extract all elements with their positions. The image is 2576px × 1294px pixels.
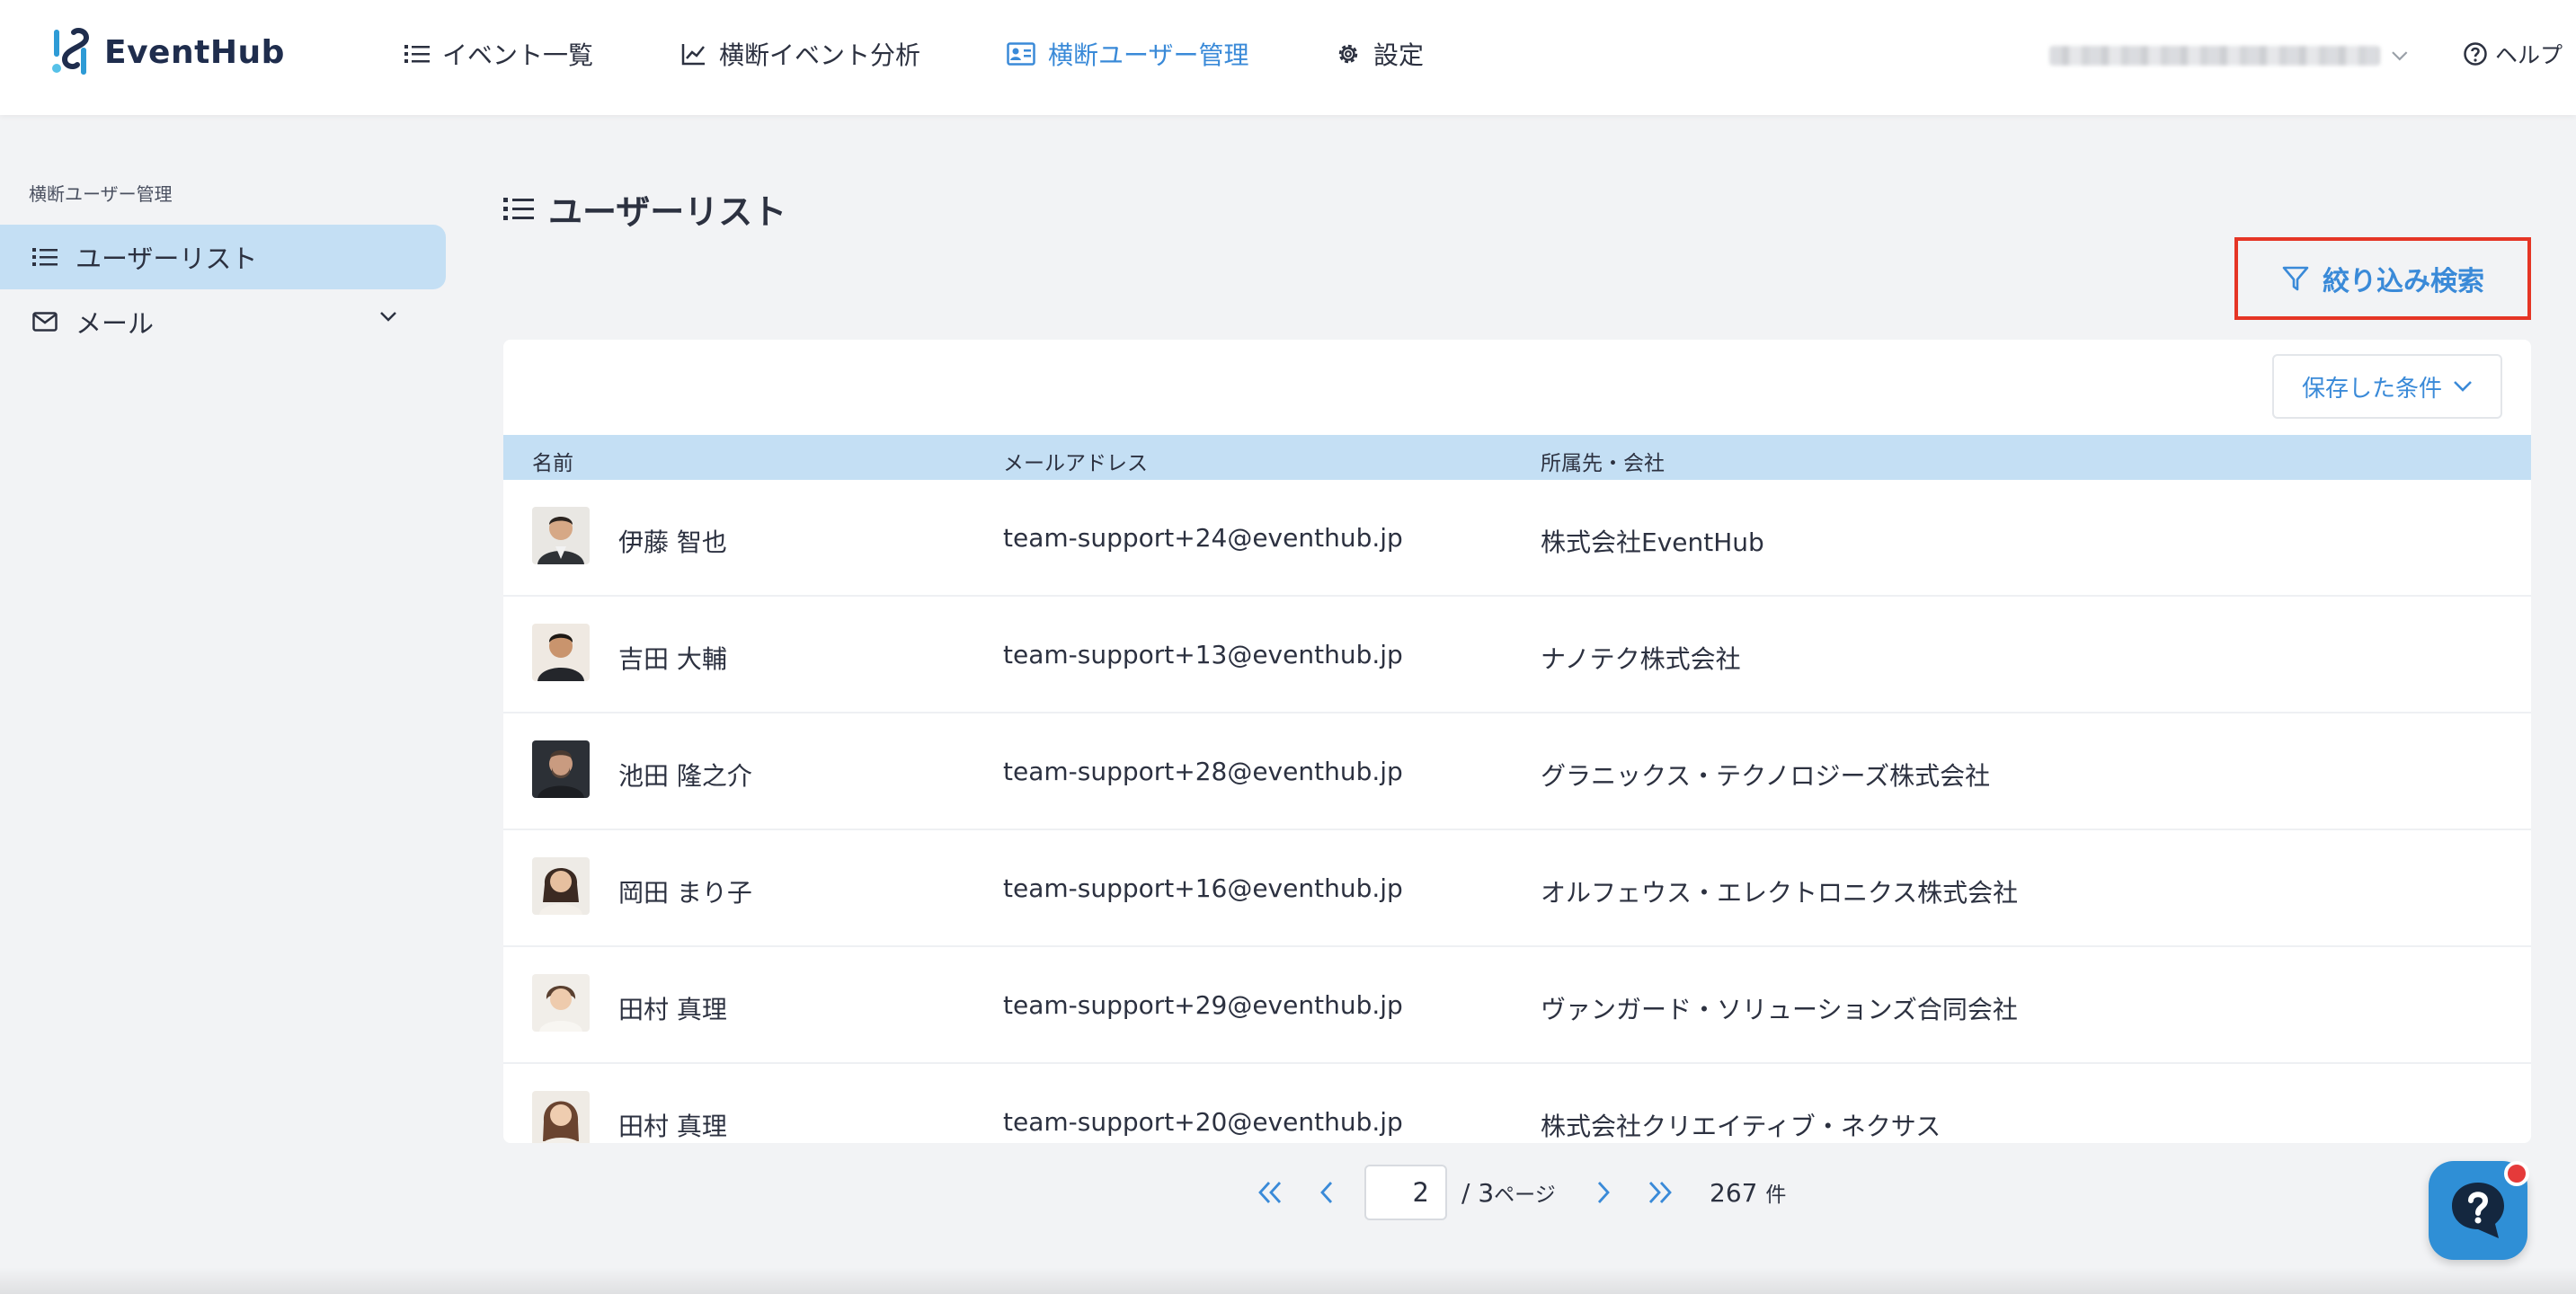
table-row[interactable]: 伊藤 智也 team-support+24@eventhub.jp 株式会社Ev…: [503, 480, 2531, 597]
table-header: 名前 メールアドレス 所属先・会社: [503, 435, 2531, 480]
user-email: team-support+28@eventhub.jp: [1003, 757, 1403, 786]
page-title: ユーザーリスト: [503, 185, 786, 232]
sidebar-item-mail[interactable]: メール: [0, 289, 446, 354]
count-unit: 件: [1765, 1183, 1787, 1207]
chevron-down-icon: [2392, 51, 2408, 61]
list-icon: [503, 198, 534, 220]
user-company: ヴァンガード・ソリューションズ合同会社: [1541, 995, 2018, 1024]
avatar: [532, 624, 590, 681]
avatar: [532, 1091, 590, 1143]
user-name: 吉田 大輔: [618, 644, 727, 674]
eventhub-logo-icon: [52, 28, 90, 75]
app-name: EventHub: [104, 33, 285, 71]
redacted-account-name: [2049, 46, 2381, 66]
id-card-icon: [1007, 42, 1035, 66]
total-count: 267 件: [1710, 1177, 1786, 1208]
trend-chart-icon: [681, 44, 705, 66]
user-email: team-support+16@eventhub.jp: [1003, 873, 1403, 903]
question-circle-icon: [2464, 42, 2487, 66]
page-unit: ページ: [1494, 1183, 1556, 1207]
user-company: ナノテク株式会社: [1541, 644, 1741, 674]
column-header-name[interactable]: 名前: [532, 446, 573, 476]
gear-icon: [1338, 44, 1358, 64]
user-company: オルフェウス・エレクトロニクス株式会社: [1541, 878, 2019, 908]
avatar: [532, 857, 590, 915]
nav-cross-event-analysis[interactable]: 横断イベント分析: [681, 34, 920, 74]
sidebar-item-user-list[interactable]: ユーザーリスト: [0, 225, 446, 289]
list-icon: [32, 248, 58, 266]
user-email: team-support+29@eventhub.jp: [1003, 990, 1403, 1020]
total-count-value: 267: [1710, 1178, 1758, 1208]
last-page-icon[interactable]: [1647, 1179, 1674, 1206]
table-row[interactable]: 田村 真理 team-support+20@eventhub.jp 株式会社クリ…: [503, 1064, 2531, 1143]
user-email: team-support+24@eventhub.jp: [1003, 523, 1403, 553]
nav-settings[interactable]: 設定: [1336, 34, 1424, 74]
user-name: 田村 真理: [618, 1112, 727, 1141]
table-row[interactable]: 岡田 まり子 team-support+16@eventhub.jp オルフェウ…: [503, 830, 2531, 947]
first-page-icon[interactable]: [1257, 1179, 1284, 1206]
nav-label: イベント一覧: [442, 40, 594, 70]
avatar: [532, 974, 590, 1032]
table-row[interactable]: 吉田 大輔 team-support+13@eventhub.jp ナノテク株式…: [503, 597, 2531, 713]
list-icon: [404, 45, 430, 63]
table-row[interactable]: 池田 隆之介 team-support+28@eventhub.jp グラニック…: [503, 713, 2531, 830]
next-page-icon[interactable]: [1594, 1179, 1612, 1206]
app-logo[interactable]: EventHub: [47, 25, 285, 79]
sidebar-item-label: ユーザーリスト: [76, 244, 258, 274]
avatar: [532, 507, 590, 564]
total-pages: / 3ページ: [1461, 1177, 1556, 1208]
account-menu[interactable]: [2049, 43, 2409, 68]
page-number-input[interactable]: [1364, 1165, 1447, 1220]
user-company: 株式会社EventHub: [1541, 527, 1764, 557]
page-title-text: ユーザーリスト: [548, 191, 787, 232]
top-navigation-bar: EventHub イベント一覧 横断イベント分析 横断ユーザー管理 設定 ヘルプ: [0, 0, 2576, 115]
saved-conditions-dropdown[interactable]: 保存した条件: [2272, 354, 2502, 419]
total-pages-value: / 3: [1461, 1178, 1495, 1208]
sidebar-section-title: 横断ユーザー管理: [29, 183, 173, 205]
help-link[interactable]: ヘルプ: [2463, 36, 2563, 72]
filter-search-button[interactable]: 絞り込み検索: [2234, 237, 2531, 320]
saved-conditions-label: 保存した条件: [2301, 375, 2442, 403]
user-company: グラニックス・テクノロジーズ株式会社: [1541, 761, 1991, 791]
user-name: 池田 隆之介: [618, 761, 752, 791]
mail-icon: [32, 312, 58, 332]
chevron-down-icon[interactable]: [379, 311, 397, 322]
user-company: 株式会社クリエイティブ・ネクサス: [1541, 1112, 1941, 1141]
notification-dot: [2504, 1161, 2529, 1186]
user-email: team-support+13@eventhub.jp: [1003, 640, 1403, 669]
column-header-company[interactable]: 所属先・会社: [1541, 446, 1665, 476]
nav-cross-user-management[interactable]: 横断ユーザー管理: [1007, 34, 1248, 74]
user-list-card: 保存した条件 名前 メールアドレス 所属先・会社 伊藤 智也 team-supp…: [503, 340, 2531, 1143]
table-row[interactable]: 田村 真理 team-support+29@eventhub.jp ヴァンガード…: [503, 947, 2531, 1064]
user-name: 岡田 まり子: [618, 878, 752, 908]
column-header-email[interactable]: メールアドレス: [1003, 446, 1148, 476]
nav-label: 横断ユーザー管理: [1048, 40, 1249, 70]
window-bottom-edge: [0, 1267, 2576, 1294]
sidebar-item-label: メール: [76, 308, 155, 339]
filter-icon: [2282, 266, 2309, 291]
user-name: 伊藤 智也: [618, 527, 727, 557]
avatar: [532, 740, 590, 798]
previous-page-icon[interactable]: [1318, 1179, 1336, 1206]
user-name: 田村 真理: [618, 995, 727, 1024]
filter-search-label: 絞り込み検索: [2323, 266, 2484, 297]
nav-label: 横断イベント分析: [719, 40, 921, 70]
nav-event-list[interactable]: イベント一覧: [404, 34, 593, 74]
nav-label: 設定: [1373, 40, 1425, 70]
user-email: team-support+20@eventhub.jp: [1003, 1107, 1403, 1137]
help-label: ヘルプ: [2495, 42, 2563, 68]
chevron-down-icon: [2454, 381, 2472, 392]
